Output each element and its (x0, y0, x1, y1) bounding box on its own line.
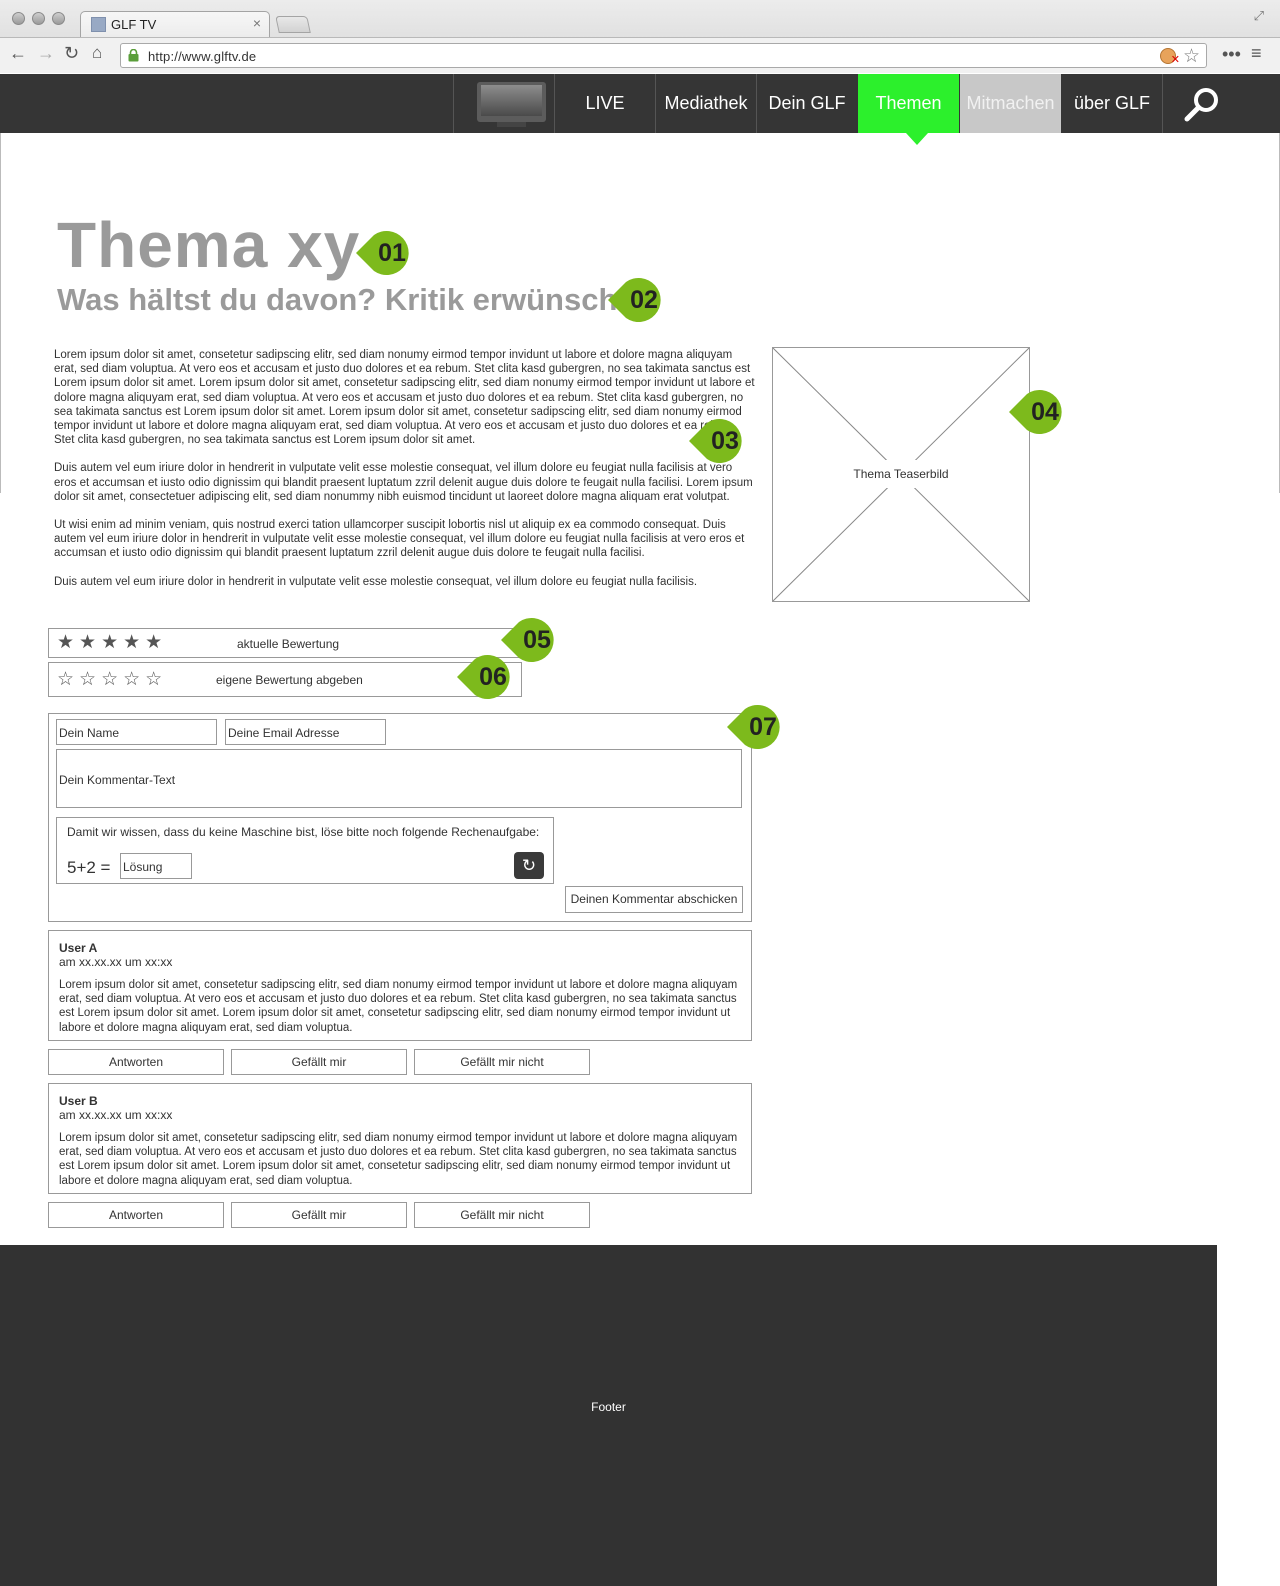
more-icon[interactable]: ••• (1222, 44, 1241, 65)
captcha-solution-field[interactable]: Lösung (120, 853, 192, 879)
browser-chrome: GLF TV × ⤢ ← → ↻ ⌂ http://www.glftv.de ✕… (0, 0, 1280, 73)
browser-tab[interactable]: GLF TV × (80, 11, 270, 37)
intro-paragraph: Duis autem vel eum iriure dolor in hendr… (54, 575, 698, 588)
footer-label: Footer (591, 1400, 626, 1414)
own-rating: ☆☆☆☆☆ eigene Bewertung abgeben (48, 662, 522, 697)
intro-paragraph: Lorem ipsum dolor sit amet, consetetur s… (54, 349, 755, 447)
nav-separator (453, 74, 454, 133)
nav-separator (1162, 74, 1163, 133)
forward-icon[interactable]: → (37, 43, 55, 64)
email-field[interactable]: Deine Email Adresse (225, 719, 386, 745)
annotation-marker-01: 01 (356, 231, 412, 275)
page-subtitle: Was hältst du davon? Kritik erwünscht (57, 282, 628, 317)
comment: User B am xx.xx.xx um xx:xx Lorem ipsum … (48, 1083, 752, 1194)
intro-text: Lorem ipsum dolor sit amet, consetetur s… (54, 348, 756, 603)
site-navigation: LIVE Mediathek Dein GLF Themen Mitmachen… (0, 74, 1280, 133)
comment-text: Lorem ipsum dolor sit amet, consetetur s… (59, 1132, 738, 1187)
favicon-icon (91, 17, 106, 32)
url-text: http://www.glftv.de (148, 49, 257, 64)
intro-paragraph: Ut wisi enim ad minim veniam, quis nostr… (54, 519, 745, 560)
reply-button[interactable]: Antworten (48, 1049, 224, 1075)
annotation-marker-07: 07 (727, 705, 783, 749)
own-rating-label: eigene Bewertung abgeben (216, 673, 363, 687)
comment: User A am xx.xx.xx um xx:xx Lorem ipsum … (48, 930, 752, 1041)
rating-stars-filled-icon: ★★★★★ (57, 632, 168, 653)
page-border-left (0, 133, 1, 493)
comment-date: am xx.xx.xx um xx:xx (59, 1108, 173, 1122)
search-icon[interactable] (1183, 86, 1221, 124)
marker-number: 01 (378, 239, 406, 267)
annotation-marker-03: 03 (689, 419, 745, 463)
reload-icon[interactable]: ↻ (64, 43, 79, 64)
page-title: Thema xy (57, 209, 361, 281)
intro-paragraph: Duis autem vel eum iriure dolor in hendr… (54, 462, 753, 503)
nav-item-mitmachen[interactable]: Mitmachen (960, 74, 1061, 133)
comment-date: am xx.xx.xx um xx:xx (59, 955, 173, 969)
active-nav-indicator (906, 133, 928, 145)
marker-number: 07 (749, 713, 777, 741)
zoom-window-button[interactable] (52, 12, 65, 25)
nav-item-dein-glf[interactable]: Dein GLF (757, 74, 857, 133)
comment-form: Dein Name Deine Email Adresse Dein Komme… (48, 713, 752, 922)
comment-text: Lorem ipsum dolor sit amet, consetetur s… (59, 979, 738, 1034)
marker-number: 06 (479, 663, 507, 691)
tab-close-icon[interactable]: × (253, 15, 261, 31)
teaser-image-placeholder: Thema Teaserbild (772, 347, 1030, 602)
teaser-label: Thema Teaserbild (853, 467, 949, 481)
captcha-box: Damit wir wissen, dass du keine Maschine… (56, 817, 554, 884)
fullscreen-icon[interactable]: ⤢ (1254, 8, 1264, 24)
home-icon[interactable]: ⌂ (92, 43, 102, 63)
captcha-equation: 5+2 = (67, 858, 111, 877)
marker-number: 04 (1031, 398, 1059, 426)
nav-item-themen[interactable]: Themen (858, 74, 959, 133)
current-rating-label: aktuelle Bewertung (237, 637, 340, 651)
lock-icon (128, 49, 139, 62)
address-bar[interactable]: http://www.glftv.de ✕ ☆ (120, 43, 1207, 68)
new-tab-button[interactable] (275, 16, 311, 33)
comment-user: User B (59, 1094, 98, 1108)
dislike-button[interactable]: Gefällt mir nicht (414, 1202, 590, 1228)
marker-number: 02 (630, 286, 658, 314)
nav-item-mediathek[interactable]: Mediathek (656, 74, 756, 133)
nav-item-ueber-glf[interactable]: über GLF (1062, 74, 1162, 133)
name-field[interactable]: Dein Name (56, 719, 217, 745)
marker-number: 05 (523, 626, 551, 654)
tv-logo[interactable] (477, 82, 546, 127)
comment-textarea[interactable]: Dein Kommentar-Text (56, 749, 742, 808)
submit-comment-button[interactable]: Deinen Kommentar abschicken (565, 886, 743, 913)
extension-blocked-icon: ✕ (1170, 54, 1180, 66)
current-rating: ★★★★★ aktuelle Bewertung (48, 628, 520, 658)
marker-number: 03 (711, 427, 739, 455)
like-button[interactable]: Gefällt mir (231, 1049, 407, 1075)
captcha-instruction: Damit wir wissen, dass du keine Maschine… (67, 825, 540, 839)
annotation-marker-02: 02 (608, 278, 664, 322)
menu-icon[interactable]: ≡ (1251, 43, 1262, 64)
bookmark-star-icon[interactable]: ☆ (1183, 45, 1200, 68)
back-icon[interactable]: ← (9, 43, 27, 64)
minimize-window-button[interactable] (32, 12, 45, 25)
comment-user: User A (59, 941, 98, 955)
tab-title: GLF TV (111, 17, 157, 32)
browser-toolbar: ← → ↻ ⌂ http://www.glftv.de ✕ ☆ ••• ≡ (0, 37, 1280, 73)
annotation-marker-06: 06 (457, 655, 513, 699)
footer: Footer (0, 1245, 1217, 1586)
nav-item-live[interactable]: LIVE (555, 74, 655, 133)
rating-stars-empty-icon[interactable]: ☆☆☆☆☆ (57, 668, 167, 691)
close-window-button[interactable] (12, 12, 25, 25)
annotation-marker-04: 04 (1009, 390, 1065, 434)
like-button[interactable]: Gefällt mir (231, 1202, 407, 1228)
dislike-button[interactable]: Gefällt mir nicht (414, 1049, 590, 1075)
captcha-refresh-icon[interactable]: ↻ (514, 852, 544, 879)
reply-button[interactable]: Antworten (48, 1202, 224, 1228)
